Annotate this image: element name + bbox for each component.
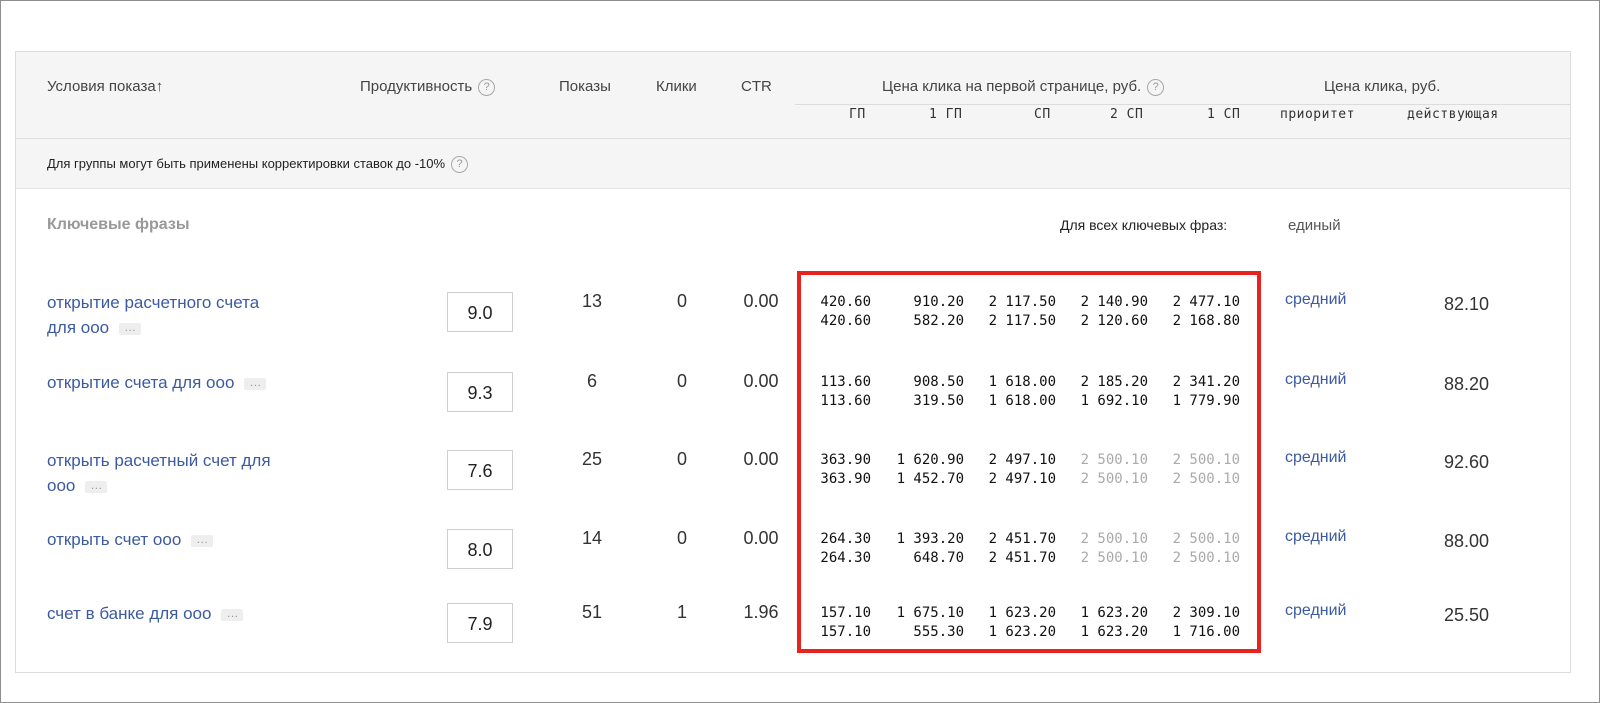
- subcolumn-sp: СП: [1034, 107, 1051, 122]
- table-header: Условия показа↑ Продуктивность? Показы К…: [16, 52, 1570, 139]
- priority-select[interactable]: средний: [1285, 371, 1347, 389]
- notice-text: Для группы могут быть применены корректи…: [47, 156, 446, 171]
- question-circle-icon[interactable]: ?: [1147, 78, 1165, 96]
- productivity-score[interactable]: 9.0: [447, 292, 513, 332]
- keyword-link[interactable]: открытие расчетного счета: [47, 293, 259, 312]
- priority-select[interactable]: средний: [1285, 291, 1347, 309]
- column-productivity-label: Продуктивность: [360, 78, 473, 95]
- highlight-frame: [797, 271, 1261, 653]
- effective-price: 88.20: [1443, 374, 1489, 394]
- clicks-value: 1: [676, 602, 687, 622]
- column-impressions-header[interactable]: Показы: [559, 78, 611, 95]
- effective-price: 25.50: [1443, 605, 1489, 625]
- column-first-page-price-header: Цена клика на первой странице, руб.?: [882, 78, 1165, 96]
- clicks-value: 0: [676, 371, 687, 391]
- header-divider: [795, 104, 1570, 105]
- ellipsis-icon[interactable]: …: [191, 533, 214, 547]
- keyword-link[interactable]: открыть счет ооо: [47, 530, 181, 549]
- subcolumn-priority: приоритет: [1280, 107, 1355, 122]
- subcolumn-2sp: 2 СП: [1110, 107, 1144, 122]
- ellipsis-icon[interactable]: …: [221, 607, 244, 621]
- ellipsis-icon[interactable]: …: [244, 376, 267, 390]
- effective-price: 88.00: [1443, 531, 1489, 551]
- section-title: Ключевые фразы: [47, 216, 190, 233]
- impressions-value: 51: [581, 602, 603, 622]
- impressions-value: 14: [581, 528, 603, 548]
- column-clicks-header[interactable]: Клики: [656, 78, 697, 95]
- column-click-price-header: Цена клика, руб.: [1324, 78, 1441, 95]
- ellipsis-icon[interactable]: …: [85, 479, 108, 493]
- all-phrases-strategy[interactable]: единый: [1288, 217, 1341, 234]
- keyword-link-continued[interactable]: ооо: [47, 476, 75, 495]
- question-circle-icon[interactable]: ?: [478, 78, 496, 96]
- keyword-link[interactable]: счет в банке для ооо: [47, 604, 211, 623]
- keyword-phrase: открыть счет ооо …: [47, 527, 317, 552]
- keyword-phrase: открыть расчетный счет для ооо …: [47, 448, 317, 498]
- keyword-link[interactable]: открыть расчетный счет для: [47, 451, 271, 470]
- column-conditions-header[interactable]: Условия показа↑: [47, 78, 163, 95]
- priority-select[interactable]: средний: [1285, 602, 1347, 620]
- subcolumn-effective: действующая: [1407, 107, 1499, 122]
- productivity-score[interactable]: 7.9: [447, 603, 513, 643]
- column-first-page-price-label: Цена клика на первой странице, руб.: [882, 78, 1142, 95]
- productivity-score[interactable]: 8.0: [447, 529, 513, 569]
- ellipsis-icon[interactable]: …: [119, 321, 142, 335]
- productivity-score[interactable]: 9.3: [447, 372, 513, 412]
- effective-price: 82.10: [1443, 294, 1489, 314]
- clicks-value: 0: [676, 449, 687, 469]
- keyword-link-continued[interactable]: для ооо: [47, 318, 109, 337]
- column-productivity-header: Продуктивность?: [360, 78, 496, 96]
- subcolumn-gp: ГП: [849, 107, 866, 122]
- column-ctr-header[interactable]: CTR: [741, 78, 772, 95]
- keyword-link[interactable]: открытие счета для ооо: [47, 373, 234, 392]
- subcolumn-1gp: 1 ГП: [929, 107, 963, 122]
- clicks-value: 0: [676, 291, 687, 311]
- impressions-value: 25: [581, 449, 603, 469]
- impressions-value: 13: [581, 291, 603, 311]
- impressions-value: 6: [586, 371, 597, 391]
- keyword-phrase: счет в банке для ооо …: [47, 601, 317, 626]
- notice-row: Для группы могут быть применены корректи…: [47, 156, 469, 174]
- productivity-score[interactable]: 7.6: [447, 450, 513, 490]
- subcolumn-1sp: 1 СП: [1207, 107, 1241, 122]
- bid-adjustment-notice: Для группы могут быть применены корректи…: [16, 139, 1570, 189]
- clicks-value: 0: [676, 528, 687, 548]
- bids-table-panel: Условия показа↑ Продуктивность? Показы К…: [15, 51, 1571, 673]
- keyword-phrase: открытие счета для ооо …: [47, 370, 317, 395]
- keyword-phrase: открытие расчетного счета для ооо …: [47, 290, 317, 340]
- sort-arrow-icon: ↑: [155, 78, 164, 95]
- all-phrases-label: Для всех ключевых фраз:: [1060, 217, 1228, 233]
- question-circle-icon[interactable]: ?: [451, 156, 469, 174]
- effective-price: 92.60: [1443, 452, 1489, 472]
- priority-select[interactable]: средний: [1285, 449, 1347, 467]
- priority-select[interactable]: средний: [1285, 528, 1347, 546]
- column-conditions-label: Условия показа: [47, 78, 156, 95]
